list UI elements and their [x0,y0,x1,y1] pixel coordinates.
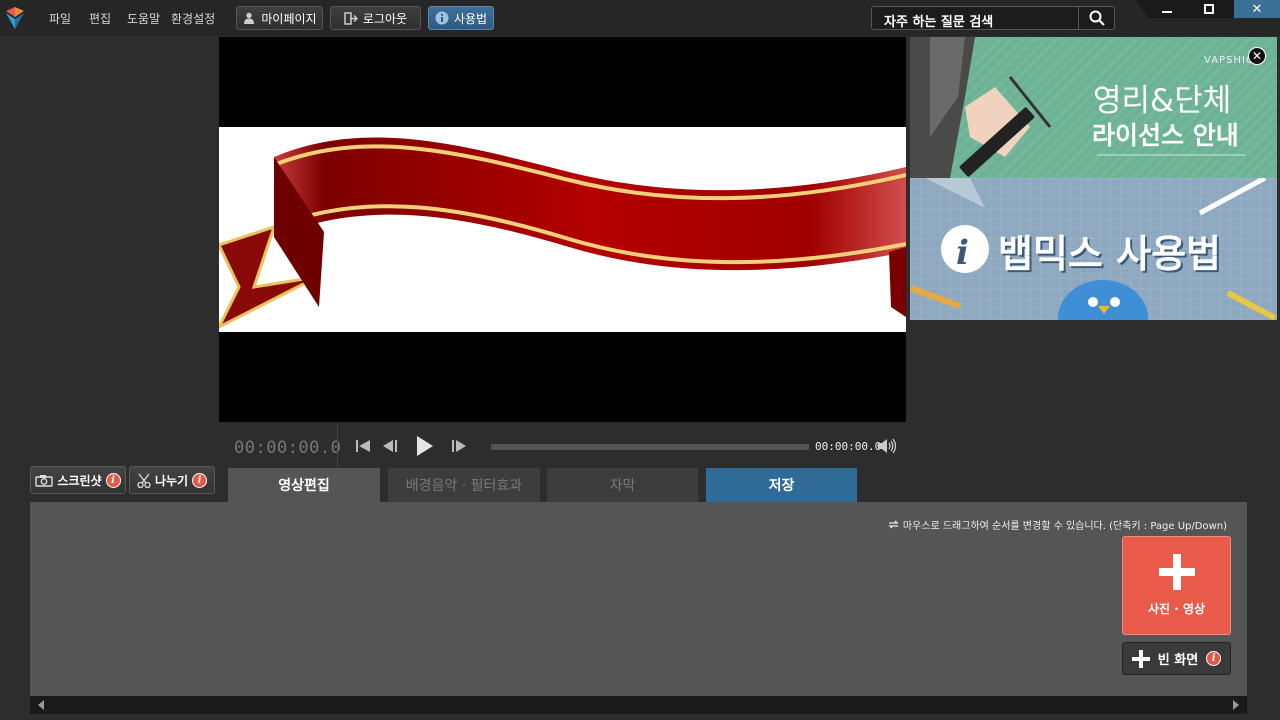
split-label: 나누기 [154,473,189,488]
tab-video-edit[interactable]: 영상편집 [228,468,380,502]
add-photo-video-button[interactable]: 사진 · 영상 [1122,536,1231,635]
search-button[interactable] [1078,7,1114,29]
split-info-icon[interactable]: i [192,472,208,488]
reorder-hint-text: 마우스로 드래그하여 순서를 변경할 수 있습니다. (단축키 : Page U… [902,521,1227,532]
logout-icon [344,11,358,25]
preview-frame [219,127,906,332]
add-blank-screen-button[interactable]: 빈 화면 i [1122,642,1231,675]
step-back-icon [383,440,397,452]
close-icon: ✕ [1251,1,1263,17]
skip-to-start-button[interactable] [353,436,373,456]
menu-settings[interactable]: 환경설정 [171,10,215,27]
screenshot-info-icon[interactable]: i [105,472,121,488]
volume-icon[interactable] [877,437,897,455]
faq-search-input[interactable]: 자주 하는 질문 검색 [871,6,1115,30]
menu-edit[interactable]: 편집 [89,10,111,27]
next-frame-button[interactable] [449,436,469,456]
faq-search-text: 자주 하는 질문 검색 [884,15,994,30]
minimize-button[interactable] [1146,0,1188,18]
mypage-button[interactable]: 마이페이지 [236,6,323,30]
play-icon [417,436,433,456]
ad-line1: 영리&단체 [1093,83,1232,119]
info-icon [435,11,449,25]
end-timecode: 00:00:00.0 [815,440,882,453]
plus-icon [1158,554,1195,590]
minimize-icon [1162,11,1172,13]
swap-icon [888,520,899,529]
ad-line2: 라이선스 안내 [1092,121,1239,150]
close-icon: ✕ [1251,49,1263,63]
blank-screen-info-icon[interactable]: i [1206,651,1222,666]
maximize-button[interactable] [1188,0,1230,18]
screenshot-button[interactable]: 스크린샷 i [30,466,126,494]
ad-howto-title: 뱁믹스 사용법 [998,232,1221,276]
svg-text:i: i [956,233,969,273]
play-button[interactable] [414,434,436,458]
timeline-scrollbar[interactable] [30,696,1247,714]
app-logo-icon [6,7,24,29]
menu-help[interactable]: 도움말 [127,10,160,27]
scissors-icon [137,473,151,488]
reorder-hint: 마우스로 드래그하여 순서를 변경할 수 있습니다. (단축키 : Page U… [888,517,1227,532]
tab-save[interactable]: 저장 [706,468,857,502]
scroll-left-icon[interactable] [35,699,47,711]
current-timecode: 00:00:00.0 [234,438,342,458]
add-blank-label: 빈 화면 [1157,653,1199,668]
screenshot-label: 스크린샷 [57,473,102,488]
camera-icon [35,474,54,487]
player-controls: 00:00:00.0 00:00:00.0 [219,424,906,468]
tab-music-filter[interactable]: 배경음악 · 필터효과 [388,468,540,502]
plus-icon [1131,649,1150,668]
user-icon [242,11,256,25]
split-button[interactable]: 나누기 i [129,466,215,494]
add-media-label: 사진 · 영상 [1147,602,1206,616]
mypage-label: 마이페이지 [261,11,317,26]
skip-start-icon [356,440,370,452]
scroll-right-icon[interactable] [1230,699,1242,711]
close-window-button[interactable]: ✕ [1234,0,1280,18]
ribbon-banner-image [219,137,906,329]
howto-label: 사용법 [453,11,488,26]
maximize-icon [1204,4,1214,14]
howto-ad-banner[interactable]: i 뱁믹스 사용법 [910,178,1277,320]
license-ad-banner[interactable]: VAPSHION 영리&단체 라이선스 안내 [910,37,1277,178]
title-bar: 파일 편집 도움말 환경설정 마이페이지 로그아웃 사용법 자주 하는 질문 검… [0,0,1280,36]
step-forward-icon [452,440,466,452]
close-ad-button[interactable]: ✕ [1248,47,1266,65]
previous-frame-button[interactable] [380,436,400,456]
search-icon [1089,10,1105,26]
logout-label: 로그아웃 [362,11,408,26]
seek-bar[interactable] [491,444,809,450]
window-controls: ✕ [1136,0,1280,18]
logout-button[interactable]: 로그아웃 [330,6,421,30]
howto-button[interactable]: 사용법 [428,6,494,30]
tab-subtitle[interactable]: 자막 [547,468,698,502]
app-window: 파일 편집 도움말 환경설정 마이페이지 로그아웃 사용법 자주 하는 질문 검… [0,0,1280,720]
timeline-panel: 마우스로 드래그하여 순서를 변경할 수 있습니다. (단축키 : Page U… [30,502,1247,696]
divider [337,424,338,468]
video-preview [219,37,906,422]
menu-file[interactable]: 파일 [49,10,71,27]
